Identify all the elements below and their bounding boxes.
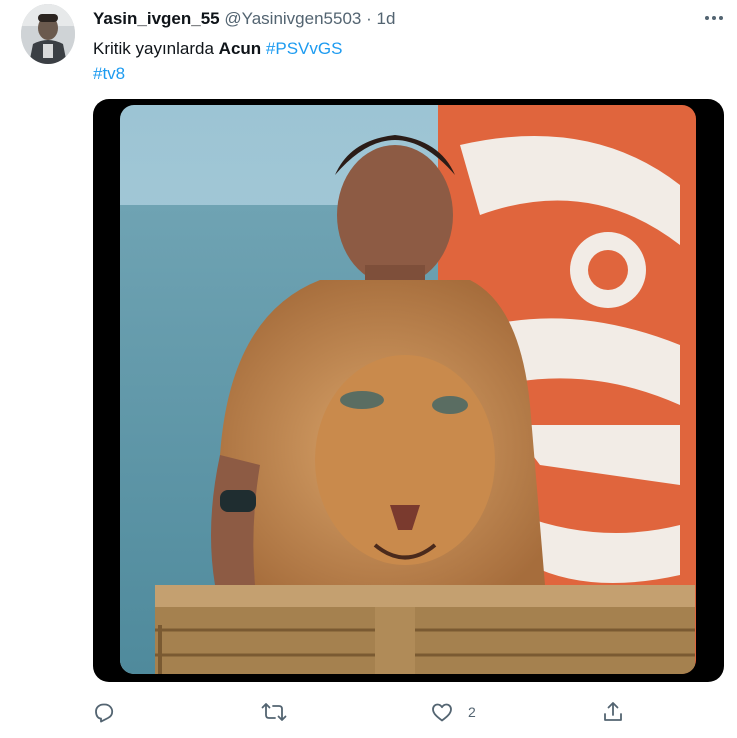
hashtag-psvvgs[interactable]: #PSVvGS <box>266 39 343 58</box>
tweet-text-plain: Kritik yayınlarda <box>93 39 219 58</box>
display-name[interactable]: Yasin_ivgen_55 <box>93 9 220 28</box>
tweet-header: Yasin_ivgen_55 @Yasinivgen5503 · 1d <box>93 8 395 30</box>
reply-icon <box>95 703 114 723</box>
like-button[interactable]: 2 <box>430 695 476 729</box>
more-options-button[interactable] <box>700 6 728 30</box>
share-icon <box>604 702 622 721</box>
hashtag-tv8[interactable]: #tv8 <box>93 64 125 83</box>
tweet-actions: 2 <box>0 695 737 729</box>
tweet-text-bold: Acun <box>218 39 262 58</box>
retweet-icon <box>261 703 287 721</box>
like-icon <box>432 703 452 722</box>
tweet-media[interactable] <box>93 99 724 682</box>
timestamp[interactable]: 1d <box>377 9 396 28</box>
avatar[interactable] <box>21 4 75 64</box>
media-photo <box>120 105 696 674</box>
separator-dot: · <box>366 9 372 28</box>
user-handle[interactable]: @Yasinivgen5503 <box>224 9 361 28</box>
retweet-button[interactable] <box>261 695 287 729</box>
reply-button[interactable] <box>92 695 116 729</box>
more-icon <box>705 16 723 20</box>
like-count: 2 <box>468 704 476 720</box>
tweet[interactable]: Yasin_ivgen_55 @Yasinivgen5503 · 1d Krit… <box>0 0 737 738</box>
share-button[interactable] <box>601 695 625 729</box>
tweet-text: Kritik yayınlarda Acun #PSVvGS #tv8 <box>93 36 342 86</box>
